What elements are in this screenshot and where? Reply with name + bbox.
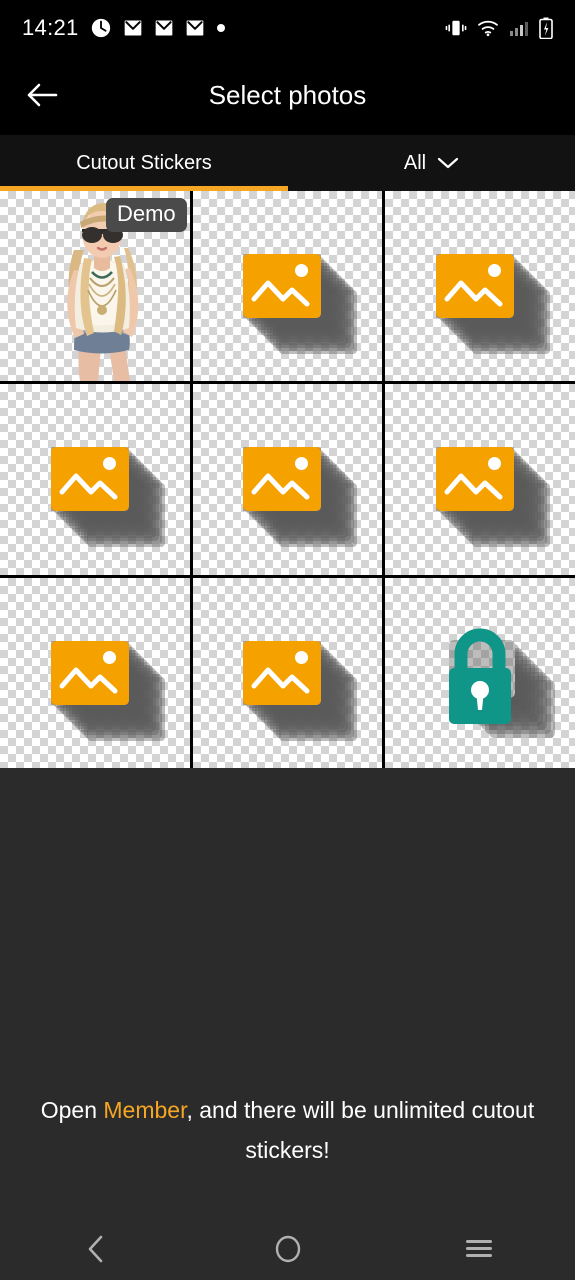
grid-cell-placeholder[interactable] xyxy=(0,577,190,768)
image-placeholder-icon xyxy=(237,429,337,529)
nav-back-button[interactable] xyxy=(0,1218,192,1280)
circle-icon xyxy=(274,1234,302,1264)
tab-label: Cutout Stickers xyxy=(76,151,212,174)
grid-cell-placeholder[interactable] xyxy=(192,191,383,382)
signal-icon xyxy=(509,19,529,37)
photo-grid: Demo xyxy=(0,191,575,768)
image-placeholder-icon xyxy=(45,429,145,529)
image-placeholder-icon xyxy=(430,429,530,529)
image-placeholder-icon xyxy=(237,623,337,723)
page-title: Select photos xyxy=(208,79,367,110)
arrow-left-icon xyxy=(25,80,59,110)
chevron-down-icon xyxy=(437,156,459,170)
vibrate-icon xyxy=(445,18,467,38)
clock-icon xyxy=(90,17,112,39)
mail-icon xyxy=(154,18,174,38)
filter-dropdown[interactable]: All xyxy=(288,135,575,191)
filter-label: All xyxy=(403,151,427,174)
tab-cutout-stickers[interactable]: Cutout Stickers xyxy=(0,135,288,191)
promo-prefix: Open xyxy=(40,1097,104,1123)
status-bar-left: 14:21 xyxy=(22,15,226,41)
promo-suffix: , and there will be unlimited cutout sti… xyxy=(186,1097,535,1164)
status-bar-clock: 14:21 xyxy=(22,14,79,40)
chevron-left-icon xyxy=(85,1233,107,1265)
wifi-icon xyxy=(477,19,499,37)
grid-cell-placeholder[interactable] xyxy=(385,384,575,575)
image-placeholder-icon xyxy=(237,236,337,336)
app-screen: 14:21 Select photos Cutout Stickers All … xyxy=(0,0,575,1280)
grid-cell-placeholder[interactable] xyxy=(0,384,190,575)
app-header: Select photos xyxy=(0,55,575,135)
tab-bar: Cutout Stickers All xyxy=(0,135,575,191)
promo-text: Open Member, and there will be unlimited… xyxy=(0,1090,575,1171)
demo-badge: Demo xyxy=(105,198,187,232)
promo-member-link[interactable]: Member xyxy=(103,1097,186,1123)
nav-home-button[interactable] xyxy=(192,1218,384,1280)
system-nav-bar xyxy=(0,1218,575,1280)
grid-cell-photo[interactable]: Demo xyxy=(0,191,190,382)
hamburger-icon xyxy=(464,1237,494,1261)
status-bar: 14:21 xyxy=(0,0,575,55)
back-button[interactable] xyxy=(20,73,64,117)
image-placeholder-icon xyxy=(45,623,145,723)
mail-icon xyxy=(123,18,143,38)
image-placeholder-icon xyxy=(430,236,530,336)
mail-icon xyxy=(185,18,205,38)
grid-cell-placeholder[interactable] xyxy=(192,384,383,575)
grid-cell-placeholder[interactable] xyxy=(385,191,575,382)
dot-icon xyxy=(216,23,226,33)
battery-charging-icon xyxy=(539,17,553,39)
status-bar-right xyxy=(445,17,553,39)
grid-cell-locked[interactable] xyxy=(385,577,575,768)
lock-icon xyxy=(425,618,535,728)
nav-recents-button[interactable] xyxy=(383,1218,575,1280)
grid-cell-placeholder[interactable] xyxy=(192,577,383,768)
